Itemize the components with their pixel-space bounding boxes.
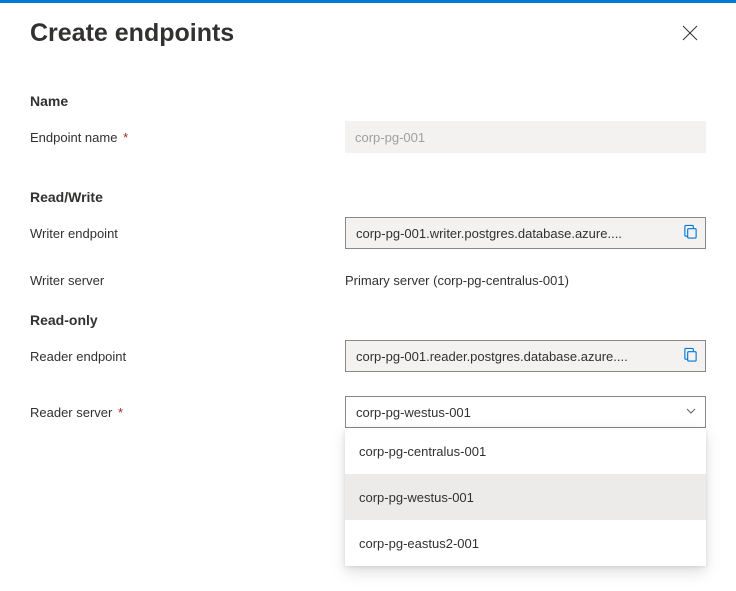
- writer-endpoint-field: corp-pg-001.writer.postgres.database.azu…: [345, 217, 706, 249]
- required-marker: *: [114, 405, 123, 420]
- section-name-label: Name: [30, 93, 706, 109]
- section-readonly-label: Read-only: [30, 312, 706, 328]
- reader-endpoint-value: corp-pg-001.reader.postgres.database.azu…: [356, 349, 679, 364]
- writer-server-label: Writer server: [30, 273, 104, 288]
- close-button[interactable]: [674, 17, 706, 49]
- section-readwrite-label: Read/Write: [30, 189, 706, 205]
- close-icon: [682, 25, 698, 41]
- chevron-down-icon: [685, 405, 697, 420]
- copy-writer-endpoint-button[interactable]: [679, 222, 701, 244]
- copy-icon: [683, 347, 698, 365]
- writer-endpoint-label: Writer endpoint: [30, 226, 118, 241]
- copy-reader-endpoint-button[interactable]: [679, 345, 701, 367]
- reader-server-label: Reader server: [30, 405, 112, 420]
- page-title: Create endpoints: [30, 19, 234, 48]
- dropdown-option[interactable]: corp-pg-westus-001: [345, 474, 706, 520]
- required-marker: *: [119, 130, 128, 145]
- endpoint-name-label: Endpoint name: [30, 130, 117, 145]
- reader-server-dropdown: corp-pg-centralus-001 corp-pg-westus-001…: [345, 428, 706, 566]
- writer-endpoint-value: corp-pg-001.writer.postgres.database.azu…: [356, 226, 679, 241]
- reader-server-select[interactable]: corp-pg-westus-001: [345, 396, 706, 428]
- dropdown-option[interactable]: corp-pg-eastus2-001: [345, 520, 706, 566]
- copy-icon: [683, 224, 698, 242]
- writer-server-value: Primary server (corp-pg-centralus-001): [345, 273, 569, 288]
- reader-endpoint-label: Reader endpoint: [30, 349, 126, 364]
- dropdown-option[interactable]: corp-pg-centralus-001: [345, 428, 706, 474]
- reader-endpoint-field: corp-pg-001.reader.postgres.database.azu…: [345, 340, 706, 372]
- endpoint-name-input[interactable]: [345, 121, 706, 153]
- reader-server-selected: corp-pg-westus-001: [356, 405, 471, 420]
